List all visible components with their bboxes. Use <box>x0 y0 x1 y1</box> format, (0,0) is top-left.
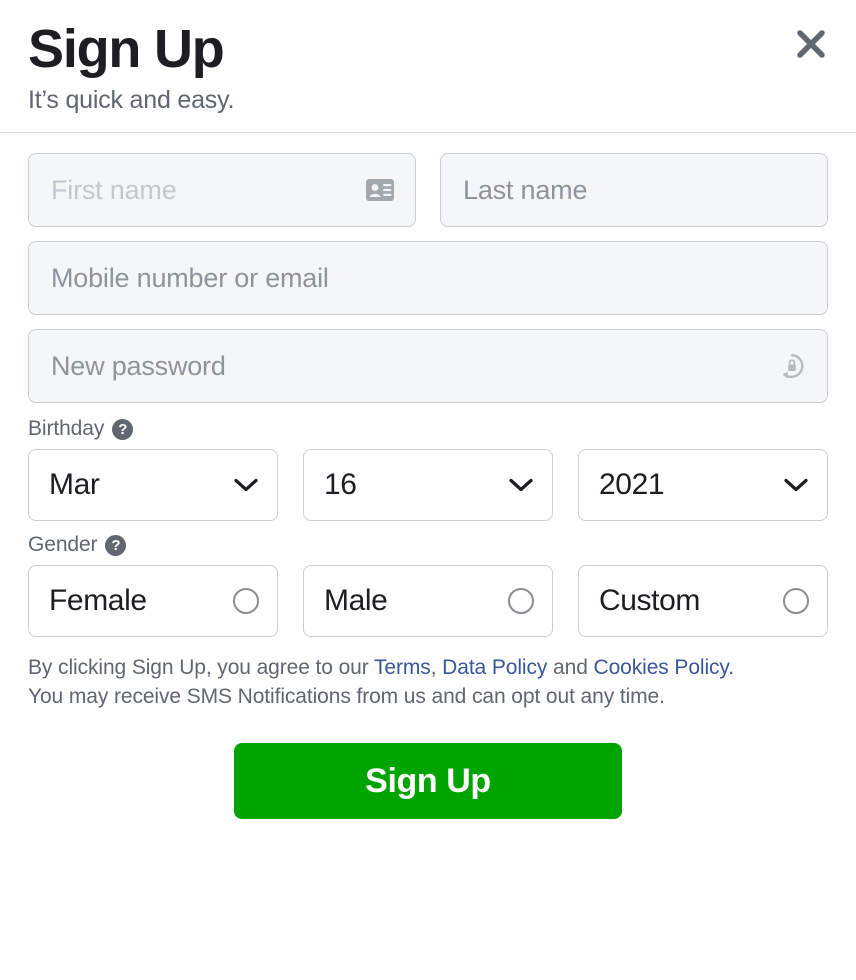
page-title: Sign Up <box>28 19 225 79</box>
gender-option-label: Custom <box>599 584 700 617</box>
birthday-month-value: Mar <box>49 468 100 501</box>
gender-option-label: Female <box>49 584 147 617</box>
new-password-input[interactable]: New password <box>28 329 828 403</box>
birthday-year-value: 2021 <box>599 468 665 501</box>
birthday-label: Birthday <box>28 417 105 440</box>
terms-link[interactable]: Terms <box>374 656 431 679</box>
gender-label-group: Gender ? <box>28 533 828 557</box>
birthday-label-group: Birthday ? <box>28 417 828 441</box>
close-button[interactable] <box>788 22 834 68</box>
dialog-subtitle: It’s quick and easy. <box>28 86 235 114</box>
last-name-input[interactable]: Last name <box>440 153 828 227</box>
contact-card-icon[interactable] <box>365 178 395 202</box>
birthday-day-select[interactable]: 16 <box>303 449 553 521</box>
chevron-down-icon <box>508 477 534 493</box>
gender-help-icon[interactable]: ? <box>105 534 127 556</box>
first-name-placeholder: First name <box>51 174 177 205</box>
signup-dialog: Sign Up It’s quick and easy. First name <box>0 0 856 980</box>
legal-text: By clicking Sign Up, you agree to our Te… <box>28 653 828 711</box>
chevron-down-icon <box>783 477 809 493</box>
legal-separator-2: and <box>547 656 594 679</box>
contact-placeholder: Mobile number or email <box>51 262 329 293</box>
radio-button-icon[interactable] <box>508 588 534 614</box>
gender-radio-row: Female Male Custom <box>28 565 828 637</box>
name-field-row: First name Last name <box>28 153 828 227</box>
radio-button-icon[interactable] <box>783 588 809 614</box>
legal-line2: You may receive SMS Notifications from u… <box>28 685 665 708</box>
submit-row: Sign Up <box>28 711 828 849</box>
birthday-day-value: 16 <box>324 468 357 501</box>
contact-input[interactable]: Mobile number or email <box>28 241 828 315</box>
gender-label: Gender <box>28 533 98 556</box>
close-icon <box>794 27 828 64</box>
gender-option-female[interactable]: Female <box>28 565 278 637</box>
last-name-placeholder: Last name <box>463 174 588 205</box>
gender-option-male[interactable]: Male <box>303 565 553 637</box>
birthday-select-row: Mar 16 2021 <box>28 449 828 521</box>
radio-button-icon[interactable] <box>233 588 259 614</box>
legal-separator-1: , <box>430 656 443 679</box>
gender-option-label: Male <box>324 584 388 617</box>
password-key-icon[interactable] <box>777 351 807 381</box>
chevron-down-icon <box>233 477 259 493</box>
first-name-input[interactable]: First name <box>28 153 416 227</box>
gender-option-custom[interactable]: Custom <box>578 565 828 637</box>
birthday-help-icon[interactable]: ? <box>112 418 134 440</box>
sign-up-button[interactable]: Sign Up <box>234 743 622 819</box>
dialog-header: Sign Up It’s quick and easy. <box>0 0 856 133</box>
legal-line1-prefix: By clicking Sign Up, you agree to our <box>28 656 375 679</box>
data-policy-link[interactable]: Data Policy <box>442 656 547 679</box>
cookies-policy-link[interactable]: Cookies Policy. <box>594 656 735 679</box>
signup-form: First name Last name Mobile number or em… <box>0 133 856 980</box>
birthday-year-select[interactable]: 2021 <box>578 449 828 521</box>
new-password-placeholder: New password <box>51 350 226 381</box>
birthday-month-select[interactable]: Mar <box>28 449 278 521</box>
